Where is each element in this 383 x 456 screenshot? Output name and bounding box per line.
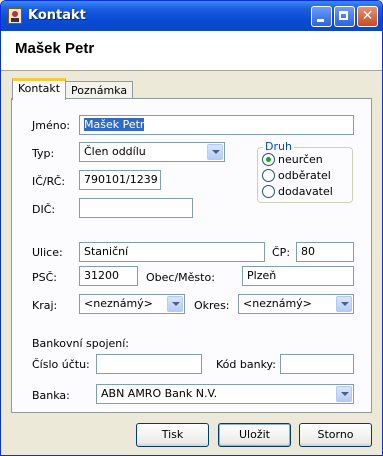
druh-dodavatel-label[interactable]: dodavatel bbox=[278, 185, 333, 198]
kod-banky-label: Kód banky: bbox=[216, 358, 276, 371]
maximize-icon bbox=[339, 11, 348, 20]
druh-dodavatel-radio[interactable] bbox=[262, 185, 275, 198]
tisk-button[interactable]: Tisk bbox=[136, 423, 209, 447]
okres-value: <neznámý> bbox=[243, 297, 312, 310]
bank-section-label: Bankovní spojení: bbox=[32, 337, 130, 350]
jmeno-value: Mašek Petr bbox=[84, 118, 145, 131]
contact-name-heading: Mašek Petr bbox=[15, 40, 95, 57]
cislo-uctu-label: Číslo účtu: bbox=[32, 358, 90, 371]
banka-select[interactable]: ABN AMRO Bank N.V. bbox=[96, 384, 354, 404]
minimize-button[interactable] bbox=[311, 6, 332, 27]
close-icon: ✕ bbox=[361, 8, 374, 24]
maximize-button[interactable] bbox=[334, 6, 355, 27]
ulice-input[interactable]: Staniční bbox=[79, 242, 265, 262]
banka-label: Banka: bbox=[32, 389, 70, 402]
dic-label: DIČ: bbox=[32, 203, 56, 216]
okres-select[interactable]: <neznámý> bbox=[238, 294, 354, 314]
close-button[interactable]: ✕ bbox=[357, 6, 378, 27]
minimize-icon bbox=[317, 19, 324, 22]
typ-select[interactable]: Člen oddílu bbox=[79, 142, 225, 162]
kraj-select[interactable]: <neznámý> bbox=[79, 294, 185, 314]
app-icon bbox=[8, 8, 22, 24]
ic-rc-label: IČ/RČ: bbox=[32, 175, 66, 188]
kraj-label: Kraj: bbox=[32, 299, 58, 312]
cislo-uctu-input[interactable] bbox=[96, 354, 202, 374]
druh-group-title: Druh bbox=[263, 140, 294, 153]
jmeno-label: Jméno: bbox=[32, 119, 71, 132]
kraj-value: <neznámý> bbox=[84, 297, 153, 310]
psc-label: PSČ: bbox=[32, 271, 58, 284]
cp-input[interactable]: 80 bbox=[296, 242, 354, 262]
storno-button[interactable]: Storno bbox=[299, 423, 372, 447]
chevron-down-icon[interactable] bbox=[207, 144, 223, 160]
kod-banky-input[interactable] bbox=[280, 354, 354, 374]
druh-neurcen-radio[interactable] bbox=[262, 153, 275, 166]
druh-neurcen-label[interactable]: neurčen bbox=[278, 153, 323, 166]
druh-odberatel-radio[interactable] bbox=[262, 169, 275, 182]
contact-header: Mašek Petr bbox=[1, 31, 382, 71]
ic-rc-input[interactable]: 790101/1239 bbox=[79, 170, 161, 190]
kontakt-window: Kontakt ✕ Mašek Petr Kontakt Poznámka Jm… bbox=[0, 0, 383, 456]
typ-value: Člen oddílu bbox=[84, 145, 146, 158]
chevron-down-icon[interactable] bbox=[167, 296, 183, 312]
chevron-down-icon[interactable] bbox=[336, 296, 352, 312]
druh-odberatel-label[interactable]: odběratel bbox=[278, 169, 331, 182]
psc-input[interactable]: 31200 bbox=[79, 266, 138, 286]
title-bar[interactable]: Kontakt ✕ bbox=[1, 1, 382, 31]
ulice-label: Ulice: bbox=[32, 246, 63, 259]
window-title: Kontakt bbox=[28, 8, 86, 23]
okres-label: Okres: bbox=[194, 299, 230, 312]
obec-input[interactable]: Plzeň bbox=[242, 266, 354, 286]
dic-input[interactable] bbox=[79, 198, 193, 218]
ulozit-button[interactable]: Uložit bbox=[218, 423, 291, 447]
chevron-down-icon[interactable] bbox=[336, 386, 352, 402]
tab-kontakt[interactable]: Kontakt bbox=[12, 78, 67, 100]
typ-label: Typ: bbox=[32, 147, 55, 160]
jmeno-input[interactable]: Mašek Petr bbox=[79, 115, 354, 135]
obec-label: Obec/Město: bbox=[146, 271, 215, 284]
cp-label: ČP: bbox=[272, 246, 291, 259]
banka-value: ABN AMRO Bank N.V. bbox=[101, 387, 218, 400]
